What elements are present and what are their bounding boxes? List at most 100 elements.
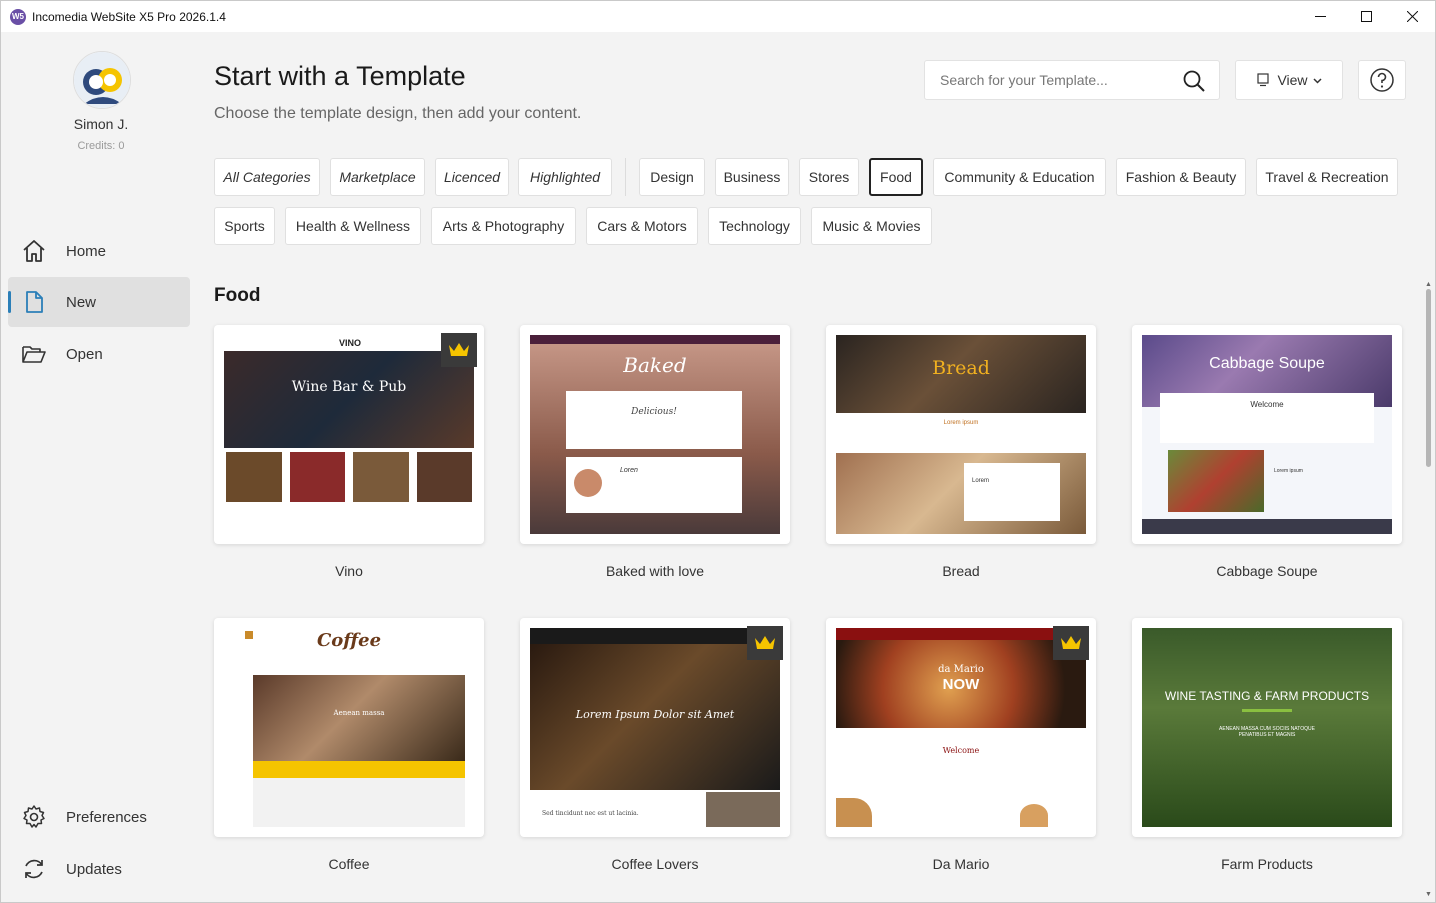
vertical-scrollbar[interactable]: ▲ ▼: [1423, 281, 1435, 901]
nav-open-label: Open: [66, 345, 103, 363]
template-name: Farm Products: [1221, 856, 1313, 872]
template-thumbnail: Cabbage Soupe Welcome Lorem ipsum: [1142, 335, 1392, 534]
chip-fashion-beauty[interactable]: Fashion & Beauty: [1116, 158, 1246, 196]
template-thumbnail: VINO Wine Bar & Pub: [224, 335, 474, 534]
crown-icon: [755, 636, 775, 649]
search-icon[interactable]: [1182, 69, 1206, 93]
thumb-text: Loren: [620, 467, 638, 474]
thumb-subtitle: Welcome: [1250, 400, 1284, 409]
view-button-label: View: [1277, 72, 1308, 88]
thumb-title: WINE TASTING & FARM PRODUCTS: [1164, 689, 1370, 703]
crown-icon: [449, 343, 469, 356]
new-document-icon: [20, 288, 48, 316]
nav-new-label: New: [66, 293, 97, 311]
premium-badge: [747, 626, 783, 660]
chip-design[interactable]: Design: [639, 158, 705, 196]
monitor-icon: [1257, 73, 1270, 87]
template-name: Cabbage Soupe: [1216, 563, 1318, 579]
thumb-subtitle: Welcome: [942, 746, 980, 755]
search-box: [924, 60, 1220, 100]
template-thumbnail: Baked Delicious! Loren: [530, 335, 780, 534]
template-card-bread[interactable]: Bread Lorem ipsum Lorem: [826, 325, 1096, 544]
window-title: Incomedia WebSite X5 Pro 2026.1.4: [32, 9, 226, 24]
page-subtitle: Choose the template design, then add you…: [214, 105, 582, 122]
nav-updates[interactable]: Updates: [8, 844, 190, 894]
template-name: Bread: [942, 563, 980, 579]
template-thumbnail: WINE TASTING & FARM PRODUCTS AENEAN MASS…: [1142, 628, 1392, 827]
folder-open-icon: [20, 340, 48, 368]
chip-marketplace[interactable]: Marketplace: [330, 158, 425, 196]
chip-separator: [625, 158, 626, 196]
help-button[interactable]: [1358, 60, 1406, 100]
template-card-coffee[interactable]: Coffee Aenean massa: [214, 618, 484, 837]
section-title: Food: [214, 285, 261, 306]
maximize-icon: [1360, 11, 1372, 22]
chip-health-wellness[interactable]: Health & Wellness: [285, 207, 421, 245]
template-card-cabbage-soupe[interactable]: Cabbage Soupe Welcome Lorem ipsum: [1132, 325, 1402, 544]
credits-label: Credits: 0: [77, 140, 125, 152]
chip-arts-photography[interactable]: Arts & Photography: [431, 207, 576, 245]
app-logo-icon: W5: [10, 8, 26, 25]
scrollbar-thumb[interactable]: [1426, 289, 1431, 467]
chip-stores[interactable]: Stores: [799, 158, 859, 196]
refresh-icon: [20, 855, 48, 883]
chip-cars-motors[interactable]: Cars & Motors: [586, 207, 698, 245]
search-input[interactable]: [940, 72, 1170, 88]
thumb-brand: VINO: [339, 338, 362, 348]
nav-updates-label: Updates: [66, 860, 122, 878]
view-button[interactable]: View: [1235, 60, 1343, 100]
thumb-title: NOW: [942, 676, 980, 693]
chip-technology[interactable]: Technology: [708, 207, 801, 245]
thumb-title: Baked: [623, 353, 687, 377]
chip-food[interactable]: Food: [869, 158, 923, 196]
template-card-baked-with-love[interactable]: Baked Delicious! Loren: [520, 325, 790, 544]
sidebar: Simon J. Credits: 0 Home New Open Prefer…: [1, 32, 197, 902]
thumb-title: Bread: [932, 357, 990, 379]
template-thumbnail: Bread Lorem ipsum Lorem: [836, 335, 1086, 534]
thumb-title: Wine Bar & Pub: [291, 379, 407, 395]
help-icon: [1370, 68, 1394, 92]
nav-home-label: Home: [66, 242, 107, 260]
template-thumbnail: da Mario NOW Welcome: [836, 628, 1086, 827]
thumb-title: Lorem Ipsum Dolor sit Amet: [575, 708, 735, 721]
chip-music-movies[interactable]: Music & Movies: [811, 207, 932, 245]
thumb-subtitle: Lorem ipsum: [943, 420, 979, 426]
crown-icon: [1061, 636, 1081, 649]
chip-sports[interactable]: Sports: [214, 207, 275, 245]
premium-badge: [441, 333, 477, 367]
scroll-up-icon[interactable]: ▲: [1425, 281, 1432, 288]
nav-new[interactable]: New: [8, 277, 190, 327]
template-card-farm-products[interactable]: WINE TASTING & FARM PRODUCTS AENEAN MASS…: [1132, 618, 1402, 837]
close-button[interactable]: [1389, 1, 1435, 32]
avatar[interactable]: [73, 51, 131, 109]
chip-travel-recreation[interactable]: Travel & Recreation: [1256, 158, 1398, 196]
user-name: Simon J.: [73, 116, 129, 132]
minimize-button[interactable]: [1297, 1, 1343, 32]
template-card-da-mario[interactable]: da Mario NOW Welcome: [826, 618, 1096, 837]
nav-home[interactable]: Home: [8, 226, 190, 276]
thumb-text: Lorem: [972, 478, 990, 484]
scroll-down-icon[interactable]: ▼: [1425, 891, 1432, 898]
template-name: Coffee: [328, 856, 370, 872]
thumb-subtitle: Delicious!: [631, 407, 677, 417]
chip-community-education[interactable]: Community & Education: [933, 158, 1106, 196]
thumb-subtitle: AENEAN MASSA CUM SOCIIS NATOQUE PENATIBU…: [1219, 726, 1315, 738]
nav-preferences[interactable]: Preferences: [8, 792, 190, 842]
chip-business[interactable]: Business: [715, 158, 789, 196]
chip-licenced[interactable]: Licenced: [435, 158, 509, 196]
nav-open[interactable]: Open: [8, 329, 190, 379]
template-thumbnail: Lorem Ipsum Dolor sit Amet Sed tincidunt…: [530, 628, 780, 827]
gear-icon: [20, 803, 48, 831]
page-title: Start with a Template: [214, 61, 466, 91]
thumb-title: Coffee: [316, 630, 382, 651]
template-card-coffee-lovers[interactable]: Lorem Ipsum Dolor sit Amet Sed tincidunt…: [520, 618, 790, 837]
template-card-vino[interactable]: VINO Wine Bar & Pub: [214, 325, 484, 544]
close-icon: [1406, 11, 1418, 22]
template-thumbnail: Coffee Aenean massa: [224, 628, 474, 827]
chip-highlighted[interactable]: Highlighted: [518, 158, 612, 196]
chevron-down-icon: [1313, 77, 1322, 84]
window-controls: [1297, 1, 1435, 32]
chip-all-categories[interactable]: All Categories: [214, 158, 320, 196]
maximize-button[interactable]: [1343, 1, 1389, 32]
home-icon: [20, 237, 48, 265]
